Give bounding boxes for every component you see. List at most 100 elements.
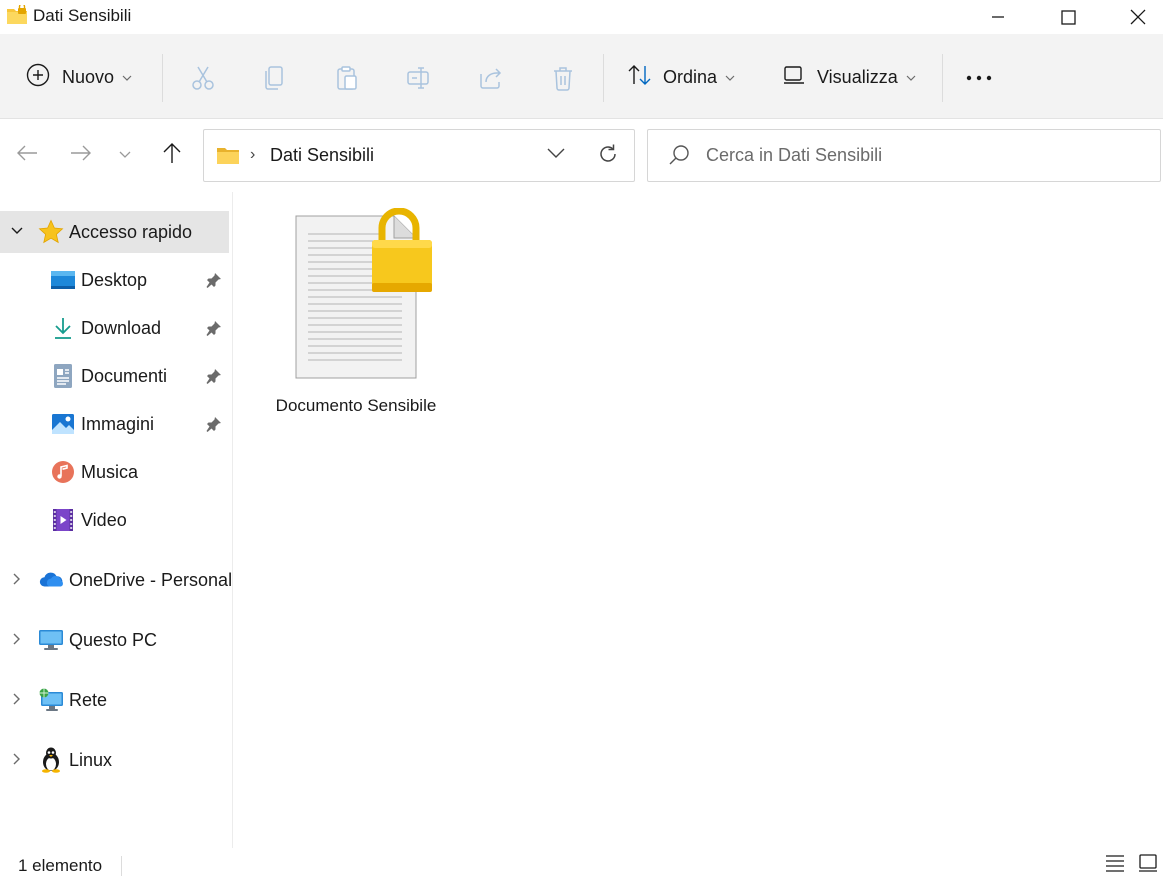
chevron-down-icon: [119, 146, 131, 164]
title-bar: Dati Sensibili: [0, 0, 1163, 34]
documents-icon: [50, 363, 76, 389]
sidebar-item-music[interactable]: Musica: [0, 451, 229, 493]
sidebar-item-label: Immagini: [81, 414, 155, 434]
view-icon: [783, 65, 805, 90]
sidebar-item-linux[interactable]: Linux: [0, 739, 229, 781]
search-input[interactable]: [706, 142, 1126, 168]
status-divider: [121, 856, 122, 876]
delete-icon[interactable]: [549, 64, 577, 92]
new-label: Nuovo: [62, 66, 115, 87]
folder-locked-icon: [6, 3, 28, 25]
sidebar-item-download[interactable]: Download: [0, 307, 229, 349]
chevron-down-icon[interactable]: [546, 146, 566, 164]
search-icon: [668, 144, 690, 171]
toolbar-divider: [162, 54, 163, 102]
pc-icon: [38, 627, 64, 653]
toolbar-divider: [942, 54, 943, 102]
navigation-bar: › Dati Sensibili: [0, 119, 1163, 191]
maximize-button[interactable]: [1033, 0, 1103, 34]
large-icons-view-button[interactable]: [1136, 853, 1160, 877]
new-button[interactable]: Nuovo: [26, 52, 132, 102]
sidebar-item-label: Rete: [69, 690, 108, 710]
file-name: Documento Sensibile: [275, 396, 437, 415]
item-count: 1 elemento: [18, 856, 103, 875]
cut-icon[interactable]: [189, 64, 217, 92]
back-button[interactable]: [11, 141, 43, 169]
close-button[interactable]: [1103, 0, 1163, 34]
sidebar-item-label: OneDrive - Personal: [69, 570, 233, 590]
sort-icon: [627, 63, 653, 92]
recent-locations-button[interactable]: [109, 141, 141, 169]
chevron-down-icon: [725, 68, 735, 86]
breadcrumb-current[interactable]: Dati Sensibili: [270, 145, 374, 166]
download-icon: [50, 315, 76, 341]
more-icon[interactable]: [965, 64, 993, 92]
copy-icon[interactable]: [261, 64, 289, 92]
arrow-left-icon: [16, 144, 38, 167]
address-bar[interactable]: › Dati Sensibili: [203, 129, 635, 182]
minimize-button[interactable]: [963, 0, 1033, 34]
breadcrumb-separator: ›: [250, 146, 256, 163]
pin-icon[interactable]: [206, 416, 222, 437]
paste-icon[interactable]: [333, 64, 361, 92]
sidebar-item-network[interactable]: Rete: [0, 679, 229, 721]
sidebar-item-label: Accesso rapido: [69, 222, 193, 242]
up-button[interactable]: [156, 141, 188, 169]
refresh-icon[interactable]: [596, 142, 620, 171]
tiles-view-icon: [1138, 853, 1158, 877]
sidebar-item-label: Musica: [81, 462, 139, 482]
sidebar-item-label: Download: [81, 318, 162, 338]
pin-icon[interactable]: [206, 272, 222, 293]
locked-document-icon: [294, 207, 436, 388]
sidebar-item-pictures[interactable]: Immagini: [0, 403, 229, 445]
sidebar-item-quick-access[interactable]: Accesso rapido: [0, 211, 229, 253]
navigation-pane: Accesso rapido Desktop Download Document…: [0, 192, 233, 848]
pin-icon[interactable]: [206, 320, 222, 341]
details-view-icon: [1105, 854, 1125, 877]
chevron-right-icon[interactable]: [10, 752, 24, 771]
share-icon[interactable]: [477, 64, 505, 92]
desktop-icon: [50, 267, 76, 293]
music-icon: [50, 459, 76, 485]
sidebar-item-label: Linux: [69, 750, 113, 770]
sidebar-item-onedrive[interactable]: OneDrive - Personal: [0, 559, 233, 601]
video-icon: [50, 507, 76, 533]
search-box[interactable]: [647, 129, 1161, 182]
view-button[interactable]: Visualizza: [783, 52, 916, 102]
sidebar-item-documents[interactable]: Documenti: [0, 355, 229, 397]
status-bar: 1 elemento: [0, 848, 1163, 884]
sort-button[interactable]: Ordina: [627, 52, 735, 102]
forward-button[interactable]: [65, 141, 97, 169]
command-bar: Nuovo Ordina Visualizza: [0, 34, 1163, 119]
sidebar-item-label: Questo PC: [69, 630, 158, 650]
pictures-icon: [50, 411, 76, 437]
sidebar-item-label: Documenti: [81, 366, 168, 386]
sidebar-item-desktop[interactable]: Desktop: [0, 259, 229, 301]
onedrive-icon: [38, 567, 64, 593]
sidebar-item-video[interactable]: Video: [0, 499, 229, 541]
pin-icon[interactable]: [206, 368, 222, 389]
sidebar-item-this-pc[interactable]: Questo PC: [0, 619, 229, 661]
star-icon: [38, 219, 64, 245]
sidebar-item-label: Video: [81, 510, 127, 530]
sort-label: Ordina: [663, 66, 718, 87]
arrow-right-icon: [70, 144, 92, 167]
chevron-down-icon: [122, 68, 132, 86]
toolbar-divider: [603, 54, 604, 102]
sidebar-item-label: Desktop: [81, 270, 148, 290]
file-view: Documento Sensibile: [233, 192, 1163, 848]
rename-icon[interactable]: [405, 64, 433, 92]
window-title: Dati Sensibili: [33, 6, 132, 25]
arrow-up-icon: [162, 142, 182, 169]
chevron-down-icon[interactable]: [10, 224, 24, 243]
chevron-right-icon[interactable]: [10, 632, 24, 651]
file-item[interactable]: Documento Sensibile: [271, 207, 441, 420]
chevron-down-icon: [906, 68, 916, 86]
view-label: Visualizza: [817, 66, 898, 87]
network-icon: [38, 687, 64, 713]
chevron-right-icon[interactable]: [10, 692, 24, 711]
folder-icon: [216, 146, 240, 170]
add-circle-icon: [26, 63, 50, 92]
details-view-button[interactable]: [1103, 854, 1127, 876]
chevron-right-icon[interactable]: [10, 572, 24, 591]
